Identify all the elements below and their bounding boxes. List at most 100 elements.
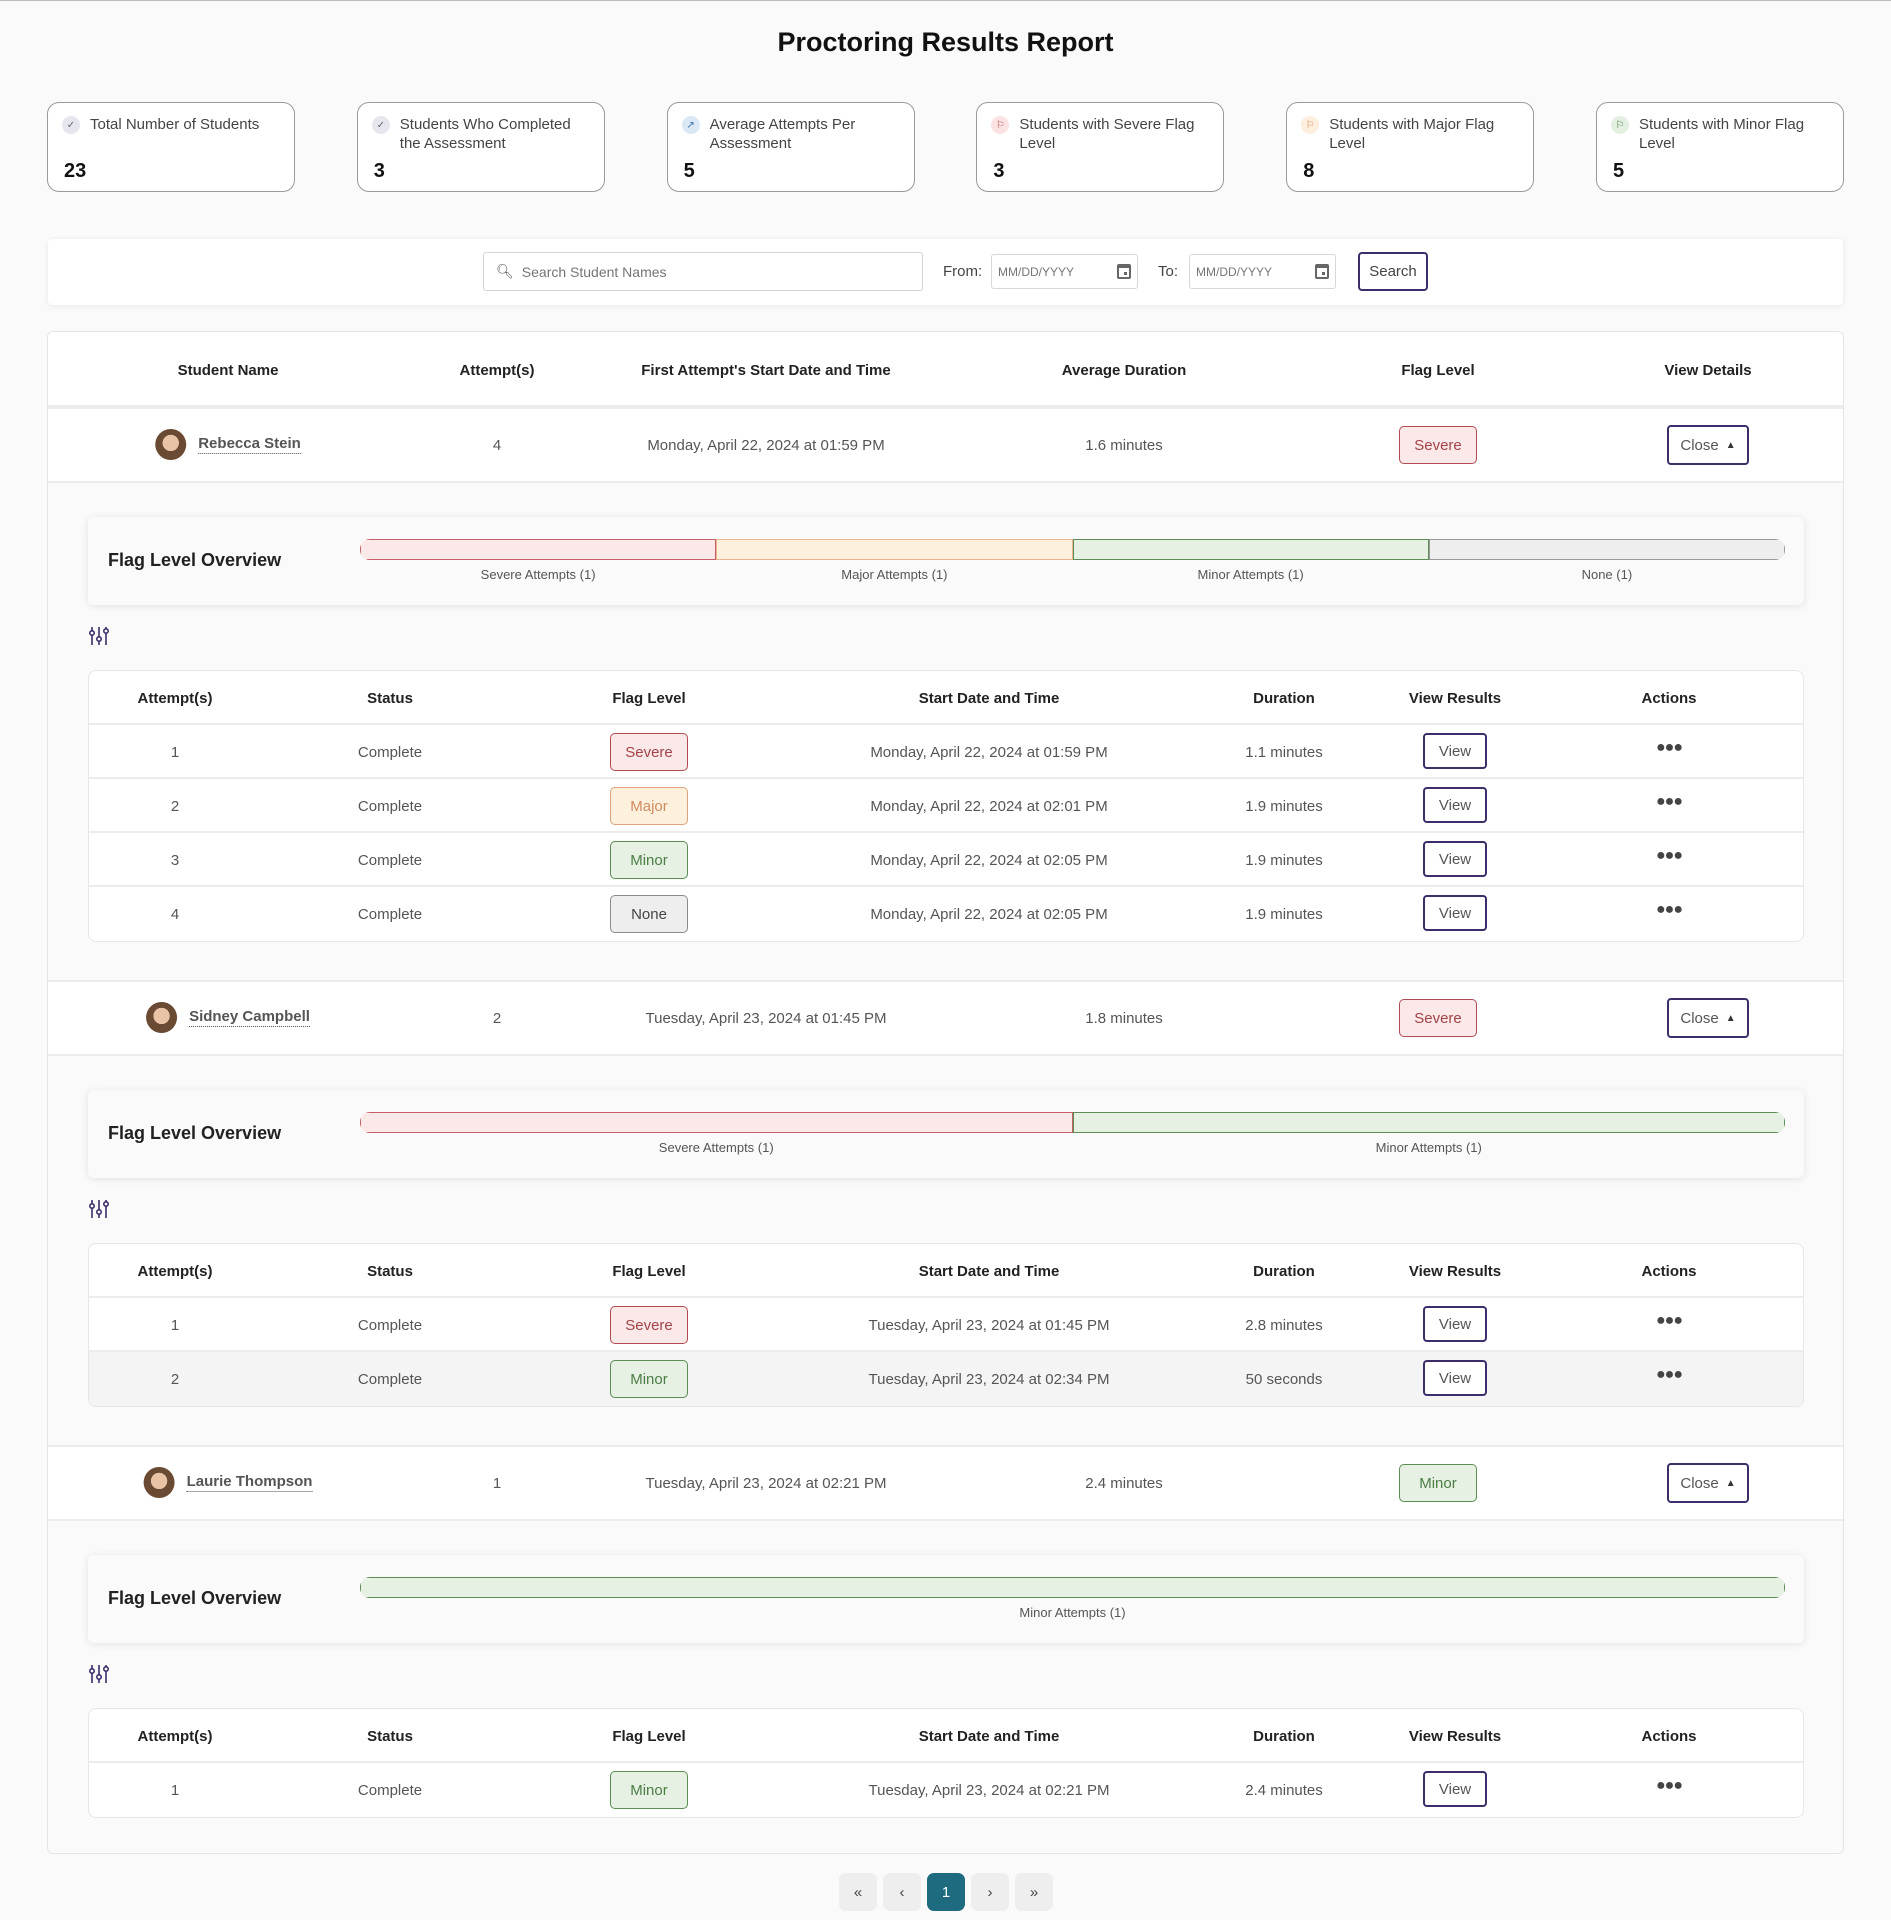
average-duration: 1.8 minutes xyxy=(1085,1010,1163,1027)
from-date-input[interactable] xyxy=(998,264,1098,279)
first-start: Tuesday, April 23, 2024 at 01:45 PM xyxy=(645,1010,887,1027)
average-duration: 1.6 minutes xyxy=(1085,437,1163,454)
search-button[interactable]: Search xyxy=(1358,252,1428,291)
attempts-table: Attempt(s) Status Flag Level Start Date and… xyxy=(88,1708,1804,1818)
attempts-table-header: Attempt(s) Status Flag Level Start Date and… xyxy=(89,1709,1803,1763)
attempts-table: Attempt(s) Status Flag Level Start Date and… xyxy=(88,1243,1804,1407)
flag-icon: ⚐ xyxy=(991,116,1010,134)
close-details-button[interactable]: Close ▲ xyxy=(1667,1463,1749,1503)
view-results-button[interactable]: View xyxy=(1423,1306,1487,1342)
close-label: Close xyxy=(1680,1474,1719,1492)
avatar xyxy=(155,429,187,460)
stat-value: 5 xyxy=(1612,160,1625,182)
sliders-icon[interactable] xyxy=(88,1663,110,1685)
stat-label: Students with Minor Flag Level xyxy=(1638,116,1805,152)
next-page-button[interactable]: › xyxy=(971,1873,1009,1911)
attempt-duration: 1.9 minutes xyxy=(1245,852,1323,869)
attempt-start: Monday, April 22, 2024 at 02:05 PM xyxy=(870,906,1108,923)
page-1-button[interactable]: 1 xyxy=(927,1873,965,1911)
attempt-number: 1 xyxy=(170,1782,180,1799)
more-actions-icon[interactable]: ●●● xyxy=(1656,739,1683,757)
overview-label: Severe Attempts (1) xyxy=(480,567,596,582)
stat-card: ✓ Students Who Completed the Assessment 3 xyxy=(356,102,605,192)
student-name-link[interactable]: Rebecca Stein xyxy=(198,435,301,454)
view-results-button[interactable]: View xyxy=(1423,733,1487,769)
search-field[interactable]: 🔍︎ xyxy=(483,252,923,291)
last-page-button[interactable]: » xyxy=(1015,1873,1053,1911)
flag-level-overview: Flag Level Overview Severe Attempts (1) Mi… xyxy=(88,1090,1804,1178)
more-actions-icon[interactable]: ●●● xyxy=(1656,1312,1683,1330)
stat-label: Total Number of Students xyxy=(90,116,260,133)
stat-value: 3 xyxy=(993,160,1005,182)
attempt-row: 1 Complete Minor Tuesday, April 23, 2024 at… xyxy=(89,1763,1803,1817)
student-name-link[interactable]: Laurie Thompson xyxy=(186,1473,313,1492)
attempt-row: 2 Complete Minor Tuesday, April 23, 2024 at… xyxy=(89,1352,1803,1406)
to-date-input[interactable] xyxy=(1196,264,1296,279)
stats-row: ✓ Total Number of Students 23 ✓ Students Who… xyxy=(47,102,1844,192)
header-average-duration: Average Duration xyxy=(1061,362,1187,379)
attempt-duration: 1.1 minutes xyxy=(1245,744,1323,761)
avatar xyxy=(143,1467,175,1498)
to-date-field[interactable] xyxy=(1189,254,1336,289)
first-page-button[interactable]: « xyxy=(839,1873,877,1911)
close-label: Close xyxy=(1680,436,1719,454)
calendar-icon[interactable] xyxy=(1315,264,1329,279)
attempt-number: 2 xyxy=(170,1371,180,1388)
overview-bar xyxy=(360,1577,1785,1598)
first-start: Monday, April 22, 2024 at 01:59 PM xyxy=(647,437,885,454)
sliders-icon[interactable] xyxy=(88,1198,110,1220)
more-actions-icon[interactable]: ●●● xyxy=(1656,1777,1683,1795)
stat-card: ↗ Average Attempts Per Assessment 5 xyxy=(666,102,915,192)
search-input[interactable] xyxy=(521,263,902,280)
chevron-up-icon: ▲ xyxy=(1725,1477,1736,1489)
close-details-button[interactable]: Close ▲ xyxy=(1667,425,1749,465)
more-actions-icon[interactable]: ●●● xyxy=(1656,901,1683,919)
stat-head: ✓ Students Who Completed the Assessment xyxy=(371,115,590,153)
attempt-duration: 50 seconds xyxy=(1245,1371,1323,1388)
attempt-status: Complete xyxy=(357,1371,423,1388)
view-results-button[interactable]: View xyxy=(1423,787,1487,823)
attempt-duration: 2.4 minutes xyxy=(1245,1782,1323,1799)
view-results-button[interactable]: View xyxy=(1423,1360,1487,1396)
attempt-row: 1 Complete Severe Tuesday, April 23, 2024 a… xyxy=(89,1298,1803,1352)
stat-value: 23 xyxy=(64,160,87,182)
view-results-button[interactable]: View xyxy=(1423,841,1487,877)
attempts-table-header: Attempt(s) Status Flag Level Start Date and… xyxy=(89,1244,1803,1298)
header-view-results: View Results xyxy=(1408,1263,1502,1280)
prev-page-button[interactable]: ‹ xyxy=(883,1873,921,1911)
overview-segment-minor xyxy=(1072,539,1429,560)
header-flag-level: Flag Level xyxy=(612,690,686,707)
overview-segment-major xyxy=(716,539,1073,560)
attempt-row: 2 Complete Major Monday, April 22, 2024 at … xyxy=(89,779,1803,833)
header-view-results: View Results xyxy=(1408,1728,1502,1745)
view-results-button[interactable]: View xyxy=(1423,895,1487,931)
student-row: Sidney Campbell 2 Tuesday, April 23, 2024 … xyxy=(48,980,1843,1056)
attempt-status: Complete xyxy=(357,744,423,761)
close-details-button[interactable]: Close ▲ xyxy=(1667,998,1749,1038)
student-name-link[interactable]: Sidney Campbell xyxy=(189,1008,310,1027)
attempt-status: Complete xyxy=(357,852,423,869)
more-actions-icon[interactable]: ●●● xyxy=(1656,847,1683,865)
header-start: Start Date and Time xyxy=(918,1728,1060,1745)
more-actions-icon[interactable]: ●●● xyxy=(1656,1366,1683,1384)
header-duration: Duration xyxy=(1253,1728,1315,1745)
overview-segment-minor xyxy=(1072,1112,1785,1133)
trend-icon: ↗ xyxy=(681,116,700,134)
overview-segment-severe xyxy=(360,1112,1073,1133)
flag-level-overview: Flag Level Overview Severe Attempts (1) Ma… xyxy=(88,517,1804,605)
header-attempt: Attempt(s) xyxy=(137,1263,213,1280)
header-attempt: Attempt(s) xyxy=(137,690,213,707)
calendar-icon[interactable] xyxy=(1117,264,1131,279)
header-duration: Duration xyxy=(1253,1263,1315,1280)
check-circle-icon: ✓ xyxy=(62,116,80,134)
view-results-button[interactable]: View xyxy=(1423,1771,1487,1807)
attempts-count: 4 xyxy=(492,437,502,454)
header-start: Start Date and Time xyxy=(918,690,1060,707)
sliders-icon[interactable] xyxy=(88,625,110,647)
from-date-field[interactable] xyxy=(991,254,1138,289)
more-actions-icon[interactable]: ●●● xyxy=(1656,793,1683,811)
stat-label: Students with Severe Flag Level xyxy=(1019,116,1195,152)
stat-label: Students with Major Flag Level xyxy=(1329,116,1495,152)
attempts-table: Attempt(s) Status Flag Level Start Date and… xyxy=(88,670,1804,942)
attempt-row: 1 Complete Severe Monday, April 22, 2024 at… xyxy=(89,725,1803,779)
